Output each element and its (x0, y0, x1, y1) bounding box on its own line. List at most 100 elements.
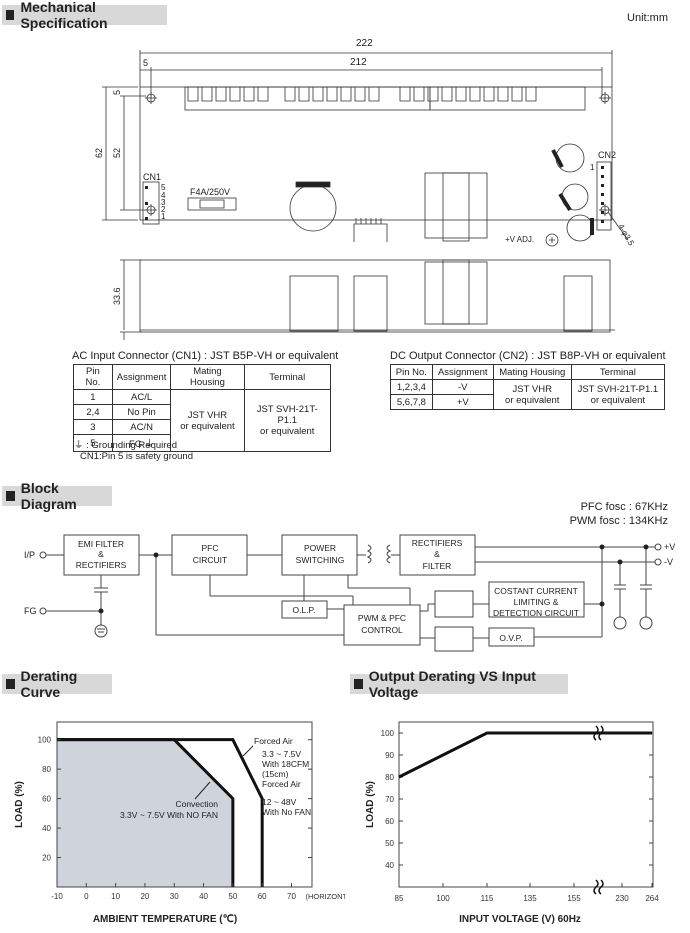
dim-label-edge-top: 5 (112, 90, 122, 95)
svg-text:EMI FILTER: EMI FILTER (78, 539, 124, 549)
cn2-label: CN2 (598, 150, 616, 160)
derating-curve-chart: -10 0 10 20 30 40 50 60 70 (HORIZONTAL) 20 40 60 80 10… (14, 721, 345, 925)
section-header-derating: Derating Curve (2, 668, 112, 700)
section-header-output-derating: Output Derating VS Input Voltage (350, 668, 568, 700)
x-tick-label: 40 (199, 892, 208, 901)
x-tick-label: 230 (615, 894, 629, 903)
dim-label-62: 62 (94, 148, 104, 158)
mechanical-drawing: 222 212 5 5 62 52 33.6 3 max. 4-φ3.5 CN1… (94, 38, 636, 340)
section-header-block: Block Diagram (2, 480, 112, 512)
x-axis-suffix: (HORIZONTAL) (305, 892, 345, 901)
y-tick-label: 60 (385, 817, 394, 826)
annotation-leader (242, 745, 254, 757)
x-tick-label: 115 (481, 894, 494, 903)
annotation-forced-air-spec: Forced Air (262, 779, 301, 789)
label-ip: I/P (24, 550, 35, 560)
y-axis-label: LOAD (%) (14, 781, 25, 828)
label-vminus: -V (664, 557, 673, 567)
dc-connector-caption: DC Output Connector (CN2) : JST B8P-VH o… (390, 350, 666, 362)
svg-text:RECTIFIERS: RECTIFIERS (412, 538, 463, 548)
x-tick-label: 0 (84, 892, 89, 901)
ac-connector-table: Pin No. Assignment Mating Housing Termin… (73, 364, 331, 452)
annotation-forced-air: Forced Air (254, 736, 293, 746)
x-tick-label: 60 (258, 892, 267, 901)
unit-label: Unit:mm (627, 12, 668, 24)
y-tick-label: 70 (385, 795, 394, 804)
svg-text:COSTANT CURRENT: COSTANT CURRENT (494, 586, 578, 596)
terminal-cell: JST SVH-21T-P1.1 or equivalent (243, 389, 331, 452)
transformer (424, 172, 488, 239)
y-tick-label: 60 (42, 795, 51, 804)
mount-hole-icon (599, 92, 611, 104)
ac-connector-caption: AC Input Connector (CN1) : JST B5P-VH or… (72, 350, 339, 362)
annotation-convection: Convection (175, 799, 218, 809)
section-header-mechanical: Mechanical Specification (2, 0, 167, 31)
header-assignment: Assignment (111, 364, 172, 390)
y-tick-label: 80 (385, 773, 394, 782)
table-row: 1 AC/L JST VHR or equivalent JST SVH-21T-… (73, 389, 331, 452)
y-tick-label: 40 (42, 824, 51, 833)
svg-text:LIMITING &: LIMITING & (514, 597, 559, 607)
label-fg: FG (24, 606, 37, 616)
x-tick-label: 30 (170, 892, 179, 901)
y-axis-label: LOAD (%) (365, 781, 376, 828)
mount-hole-label: 4-φ3.5 (616, 223, 636, 248)
x-tick-label: 70 (287, 892, 296, 901)
y-tick-label: 20 (42, 854, 51, 863)
x-tick-label: 155 (567, 894, 581, 903)
cn2-pin-1: 1 (590, 163, 595, 172)
bullet-square-icon (354, 679, 363, 689)
annotation-no-fan-spec: With No FAN (262, 807, 311, 817)
vadj-label: +V ADJ. (505, 235, 534, 244)
fuse-label: F4A/250V (190, 187, 230, 197)
mount-hole-icon (145, 92, 157, 104)
x-tick-label: 50 (228, 892, 237, 901)
pcb-side-outline (139, 259, 611, 333)
dim-label-33-6: 33.6 (112, 287, 122, 305)
svg-text:SWITCHING: SWITCHING (296, 555, 345, 565)
bullet-square-icon (6, 10, 15, 20)
svg-text:&: & (98, 549, 104, 559)
ground-icon (613, 616, 627, 630)
annotation-forced-air-spec: (15cm) (262, 769, 289, 779)
y-tick-label: 100 (38, 736, 52, 745)
y-tick-label: 100 (381, 729, 395, 738)
bullet-square-icon (6, 491, 15, 501)
svg-text:POWER: POWER (304, 543, 336, 553)
optocoupler-icon (434, 626, 474, 652)
x-tick-label: -10 (51, 892, 63, 901)
dim-label-222: 222 (356, 38, 373, 49)
annotation-no-fan-spec: 12 ~ 48V (262, 797, 297, 807)
output-derating-chart: 85 100 115 135 155 230 264 40 50 60 70 80 90 100 INPUT… (365, 721, 659, 925)
bullet-square-icon (6, 679, 15, 689)
block-diagram: EMI FILTER & RECTIFIERS PFC CIRCUIT POWE… (24, 534, 675, 652)
dim-label-edge-left: 5 (143, 58, 148, 68)
svg-text:&: & (434, 549, 440, 559)
terminal-vminus (654, 558, 662, 566)
grounding-note: ⏚ : Grounding Required CN1:Pin 5 is safe… (74, 440, 194, 462)
dim-label-52: 52 (112, 148, 122, 158)
svg-text:RECTIFIERS: RECTIFIERS (76, 560, 127, 570)
annotation-forced-air-spec: 3.3 ~ 7.5V (262, 749, 301, 759)
y-tick-label: 90 (385, 751, 394, 760)
x-axis-label: INPUT VOLTAGE (V) 60Hz (459, 914, 581, 925)
table-header-row: Pin No. Assignment Mating Housing Termin… (390, 364, 666, 380)
x-tick-label: 100 (436, 894, 450, 903)
x-tick-label: 264 (645, 894, 659, 903)
dim-label-212: 212 (350, 57, 367, 68)
frequency-info: PFC fosc : 67KHz PWM fosc : 134KHz (569, 501, 668, 527)
ground-icon (94, 624, 108, 638)
section-title: Mechanical Specification (20, 0, 108, 31)
dc-connector-table: Pin No. Assignment Mating Housing Termin… (390, 364, 666, 410)
svg-text:O.V.P.: O.V.P. (499, 633, 522, 643)
header-terminal: Terminal (243, 364, 331, 390)
y-tick-label: 80 (42, 765, 51, 774)
svg-text:CONTROL: CONTROL (361, 625, 403, 635)
terminal-fg (39, 607, 47, 615)
svg-text:PWM & PFC: PWM & PFC (358, 613, 406, 623)
mount-hole-icon (145, 204, 157, 216)
cn1-pin: 1 (161, 212, 166, 221)
annotation-forced-air-spec: With 18CFM (262, 759, 309, 769)
svg-text:CIRCUIT: CIRCUIT (193, 555, 227, 565)
capacitor (289, 184, 337, 232)
